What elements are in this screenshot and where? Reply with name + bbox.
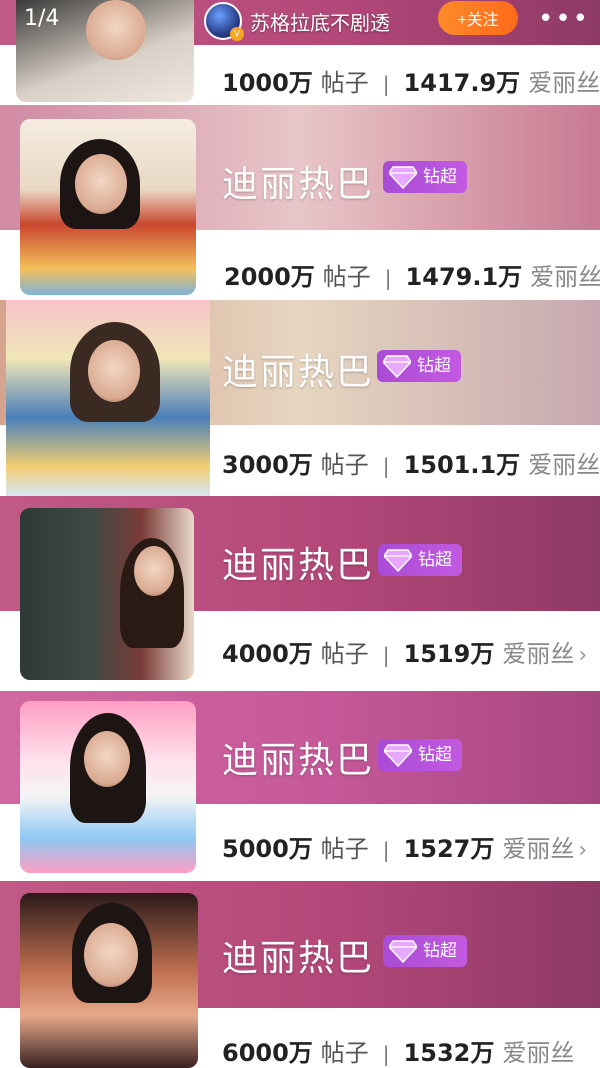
card-stats: 4000万 帖子 | 1519万 爱丽丝 › [222, 634, 587, 669]
fans-count: 1527万 [403, 835, 495, 863]
card-stats: 3000万 帖子 | 1501.1万 爱丽丝 [222, 445, 600, 480]
badge-label: 钻超 [423, 941, 457, 961]
gem-icon [383, 355, 411, 378]
posts-count: 6000万 [222, 1039, 313, 1067]
fans-label: 爱丽丝 [502, 1039, 575, 1067]
card-title: 迪丽热巴 [222, 164, 375, 205]
community-card-4[interactable]: 迪丽热巴 钻超 4000万 帖子 | 1519万 爱丽丝 › [0, 496, 600, 691]
posts-count: 4000万 [222, 640, 313, 668]
gem-icon [384, 744, 412, 767]
super-topic-badge: 钻超 [377, 350, 461, 382]
posts-count: 5000万 [222, 835, 313, 863]
fans-count: 1417.9万 [403, 69, 521, 97]
badge-label: 钻超 [423, 167, 457, 187]
super-topic-badge: 钻超 [378, 544, 462, 576]
gem-icon [389, 166, 417, 189]
super-topic-badge: 钻超 [383, 935, 467, 967]
posts-count: 3000万 [222, 451, 313, 479]
chevron-right-icon[interactable]: › [578, 838, 587, 863]
community-card-6[interactable]: 迪丽热巴 钻超 6000万 帖子 | 1532万 爱丽丝 [0, 881, 600, 1068]
gem-icon [384, 549, 412, 572]
posts-unit: 帖子 [322, 263, 371, 291]
posts-count: 2000万 [224, 263, 315, 291]
community-card-5[interactable]: 迪丽热巴 钻超 5000万 帖子 | 1527万 爱丽丝 › [0, 691, 600, 881]
verified-badge: v [230, 27, 244, 41]
more-icon[interactable]: ••• [538, 4, 590, 34]
fans-label: 爱丽丝 [528, 69, 600, 97]
posts-unit: 帖子 [320, 69, 369, 97]
card-stats: 5000万 帖子 | 1527万 爱丽丝 › [222, 829, 587, 864]
fans-count: 1519万 [403, 640, 495, 668]
card-stats: 1000万 帖子 | 1417.9万 爱丽丝 [222, 63, 600, 98]
card-title: 迪丽热巴 [222, 938, 375, 979]
posts-unit: 帖子 [320, 451, 369, 479]
card-title: 迪丽热巴 [222, 545, 375, 586]
badge-label: 钻超 [417, 356, 451, 376]
posts-count: 1000万 [222, 69, 313, 97]
fans-count: 1501.1万 [403, 451, 521, 479]
author-name[interactable]: 苏格拉底不剧透 [250, 7, 390, 36]
posts-unit: 帖子 [320, 835, 369, 863]
gem-icon [389, 940, 417, 963]
super-topic-badge: 钻超 [383, 161, 467, 193]
fans-label: 爱丽丝 [530, 263, 600, 291]
community-card-3[interactable]: 迪丽热巴 钻超 3000万 帖子 | 1501.1万 爱丽丝 [0, 300, 600, 496]
posts-unit: 帖子 [320, 1039, 369, 1067]
avatar[interactable]: v [204, 2, 244, 41]
badge-label: 钻超 [418, 745, 452, 765]
super-topic-badge: 钻超 [378, 739, 462, 771]
author-info[interactable]: v 苏格拉底不剧透 [204, 2, 390, 41]
fans-count: 1479.1万 [405, 263, 523, 291]
card-title: 迪丽热巴 [222, 740, 375, 781]
card-thumbnail [6, 300, 210, 496]
fans-count: 1532万 [403, 1039, 495, 1067]
follow-button[interactable]: +关注 [438, 1, 518, 35]
card-thumbnail [20, 508, 194, 680]
top-bar: 1/4 v 苏格拉底不剧透 +关注 ••• [0, 0, 600, 41]
card-thumbnail [20, 893, 198, 1068]
fans-label: 爱丽丝 [502, 640, 575, 668]
community-card-2[interactable]: 迪丽热巴 钻超 2000万 帖子 | 1479.1万 爱丽丝 [0, 105, 600, 300]
card-title: 迪丽热巴 [222, 352, 375, 393]
page-counter: 1/4 [24, 6, 60, 31]
fans-label: 爱丽丝 [502, 835, 575, 863]
badge-label: 钻超 [418, 550, 452, 570]
card-thumbnail [20, 701, 196, 873]
chevron-right-icon[interactable]: › [578, 643, 587, 668]
card-stats: 6000万 帖子 | 1532万 爱丽丝 [222, 1033, 574, 1068]
fans-label: 爱丽丝 [528, 451, 600, 479]
posts-unit: 帖子 [320, 640, 369, 668]
card-thumbnail [20, 119, 196, 295]
card-stats: 2000万 帖子 | 1479.1万 爱丽丝 [224, 257, 600, 292]
